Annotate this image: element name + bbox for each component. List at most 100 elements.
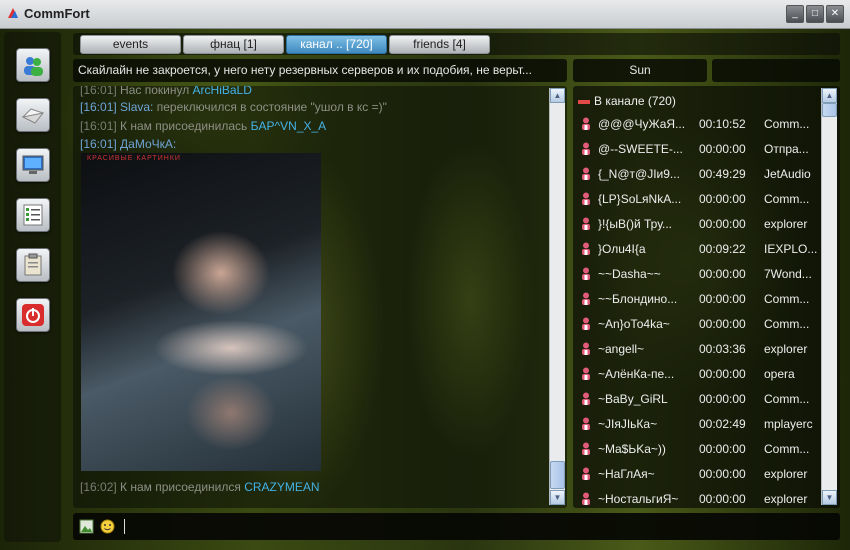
title-bar[interactable]: CommFort _ □ ✕	[0, 0, 850, 29]
current-nick[interactable]: Sun	[573, 59, 707, 82]
user-idle-time: 00:00:00	[699, 192, 746, 206]
posted-image[interactable]: КРАСИВЫЕ КАРТИНКИ	[81, 153, 321, 471]
scroll-up-icon[interactable]: ▲	[822, 88, 837, 103]
user-client: mplayerc	[764, 417, 813, 431]
message-text: переключился в состояние "ушол в кс =)"	[153, 100, 387, 114]
message-nick[interactable]: ДаМоЧкА:	[117, 137, 176, 151]
user-name: ~АлёнКа-пе...	[598, 367, 675, 381]
user-row[interactable]: ~BaBy_GiRL 00:00:00 Comm...	[573, 387, 820, 412]
user-icon	[582, 392, 590, 405]
user-icon	[582, 442, 590, 455]
collapse-icon[interactable]	[578, 99, 590, 104]
scroll-down-icon[interactable]: ▼	[822, 490, 837, 505]
user-name: ~НостальгиЯ~	[598, 492, 679, 506]
user-link[interactable]: ArcHiBaLD	[193, 86, 252, 97]
user-idle-time: 00:10:52	[699, 117, 746, 131]
user-idle-time: 00:00:00	[699, 392, 746, 406]
scroll-thumb[interactable]	[822, 103, 837, 117]
user-row[interactable]: @@@ЧуЖаЯ... 00:10:52 Comm...	[573, 112, 820, 137]
user-client: explorer	[764, 467, 808, 481]
user-icon	[582, 417, 590, 430]
minimize-button[interactable]: _	[786, 5, 804, 23]
clipboard-button[interactable]	[16, 248, 50, 282]
user-row[interactable]: ~~Dasha~~ 00:00:00 7Wond...	[573, 262, 820, 287]
user-icon	[582, 342, 590, 355]
exit-button[interactable]	[16, 298, 50, 332]
user-link[interactable]: БAP^VN_X_A	[251, 119, 327, 133]
user-name: }Олu4I{a	[598, 242, 646, 256]
tab-fnac[interactable]: фнац [1]	[183, 35, 284, 54]
user-row[interactable]: ~angell~ 00:03:36 explorer	[573, 337, 820, 362]
user-idle-time: 00:00:00	[699, 267, 746, 281]
chat-message: [16:01] Slava: переключился в состояние …	[80, 100, 387, 114]
users-button[interactable]	[16, 48, 50, 82]
user-row[interactable]: ~НаГлАя~ 00:00:00 explorer	[573, 462, 820, 487]
user-row[interactable]: ~НостальгиЯ~ 00:00:00 explorer	[573, 487, 820, 508]
messages-button[interactable]	[16, 98, 50, 132]
chat-scrollbar[interactable]: ▲ ▼	[549, 88, 565, 505]
tab-kanal[interactable]: канал .. [720]	[286, 35, 387, 54]
user-row[interactable]: ~~Блондино... 00:00:00 Comm...	[573, 287, 820, 312]
user-client: Comm...	[764, 292, 810, 306]
tab-events[interactable]: events	[80, 35, 181, 54]
user-idle-time: 00:00:00	[699, 217, 746, 231]
user-row[interactable]: ~Ma$ЬKa~)) 00:00:00 Comm...	[573, 437, 820, 462]
user-row[interactable]: ~АлёнКа-пе... 00:00:00 opera	[573, 362, 820, 387]
user-list-header[interactable]: В канале (720)	[578, 94, 676, 108]
user-name: ~BaBy_GiRL	[598, 392, 668, 406]
user-idle-time: 00:00:00	[699, 367, 746, 381]
user-list[interactable]: В канале (720) @@@ЧуЖаЯ... 00:10:52 Comm..…	[573, 86, 840, 508]
user-client: Comm...	[764, 317, 810, 331]
scroll-up-icon[interactable]: ▲	[550, 88, 565, 103]
envelope-icon	[21, 108, 45, 124]
user-icon	[582, 192, 590, 205]
text-cursor	[124, 519, 125, 534]
scroll-down-icon[interactable]: ▼	[550, 490, 565, 505]
message-nick[interactable]: Slava:	[117, 100, 153, 114]
user-idle-time: 00:00:00	[699, 292, 746, 306]
user-link[interactable]: CRAZYMEAN	[244, 480, 319, 494]
screen-button[interactable]	[16, 148, 50, 182]
user-icon	[582, 267, 590, 280]
user-idle-time: 00:03:36	[699, 342, 746, 356]
user-name: ~angell~	[598, 342, 645, 356]
user-client: Отпра...	[764, 142, 809, 156]
tab-friends[interactable]: friends [4]	[389, 35, 490, 54]
scroll-thumb[interactable]	[550, 461, 565, 489]
user-row[interactable]: @--SWEETE-... 00:00:00 Отпра...	[573, 137, 820, 162]
user-row[interactable]: }!{ыВ()й Тру... 00:00:00 explorer	[573, 212, 820, 237]
user-name: {LP}SoLяNkA...	[598, 192, 682, 206]
chat-message: [16:01] К нам присоединилась БAP^VN_X_A	[80, 119, 326, 133]
user-client: Comm...	[764, 192, 810, 206]
message-text: Нас покинул	[116, 86, 193, 97]
close-button[interactable]: ✕	[826, 5, 844, 23]
user-idle-time: 00:00:00	[699, 317, 746, 331]
user-row[interactable]: }Олu4I{a 00:09:22 IEXPLO...	[573, 237, 820, 262]
channel-tabs: events фнац [1] канал .. [720] friends […	[73, 33, 840, 55]
user-client: opera	[764, 367, 795, 381]
user-idle-time: 00:00:00	[699, 492, 746, 506]
user-row[interactable]: ~JIяJIьКа~ 00:02:49 mplayerc	[573, 412, 820, 437]
power-icon	[22, 304, 44, 326]
smiley-icon[interactable]	[100, 519, 115, 534]
image-insert-icon[interactable]	[79, 519, 94, 534]
user-icon	[582, 492, 590, 505]
user-row[interactable]: ~An}оТо4ka~ 00:00:00 Comm...	[573, 312, 820, 337]
maximize-button[interactable]: □	[806, 5, 824, 23]
list-button[interactable]	[16, 198, 50, 232]
users-scrollbar[interactable]: ▲ ▼	[821, 88, 837, 505]
message-time: [16:02]	[80, 480, 117, 494]
left-toolbar	[4, 32, 61, 542]
user-client: explorer	[764, 342, 808, 356]
message-input-bar[interactable]	[73, 513, 840, 540]
user-icon	[582, 317, 590, 330]
list-icon	[23, 204, 43, 226]
user-row[interactable]: {LP}SoLяNkA... 00:00:00 Comm...	[573, 187, 820, 212]
user-row[interactable]: {_N@т@JIи9... 00:49:29 JetAudio	[573, 162, 820, 187]
user-client: Comm...	[764, 442, 810, 456]
chat-log[interactable]: [16:01] Нас покинул ArcHiBaLD [16:01] Sl…	[73, 86, 567, 508]
user-icon	[582, 367, 590, 380]
user-idle-time: 00:00:00	[699, 142, 746, 156]
window-title: CommFort	[24, 6, 90, 21]
user-icon	[582, 292, 590, 305]
